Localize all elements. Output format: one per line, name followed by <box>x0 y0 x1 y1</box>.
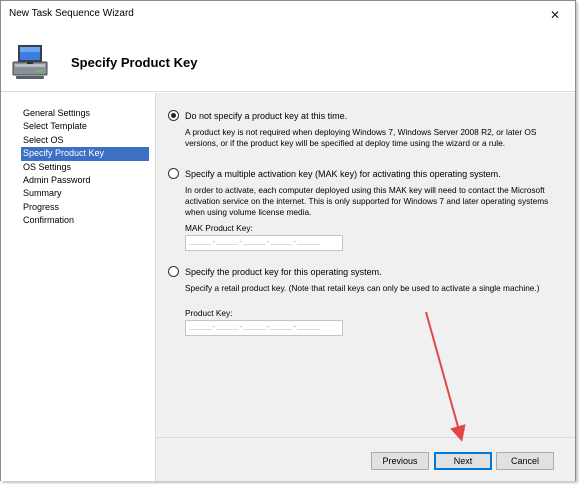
nav-step-confirmation: Confirmation <box>23 215 75 226</box>
cancel-button[interactable]: Cancel <box>496 452 554 470</box>
navigation-pane: General Settings Select Template Select … <box>1 93 155 481</box>
mak-key-label: Specify a multiple activation key (MAK k… <box>185 168 501 179</box>
no-key-label: Do not specify a product key at this tim… <box>185 110 348 121</box>
computer-icon <box>12 45 48 79</box>
mak-product-key-label: MAK Product Key: <box>185 223 253 233</box>
mak-key-description: In order to activate, each computer depl… <box>185 185 549 217</box>
wizard-window: New Task Sequence Wizard ✕ Specify Produ… <box>0 0 576 481</box>
page-title: Specify Product Key <box>71 55 198 70</box>
wizard-steps: General Settings Select Template Select … <box>21 107 149 228</box>
option-no-key[interactable]: Do not specify a product key at this tim… <box>168 110 347 121</box>
product-key-panel: Do not specify a product key at this tim… <box>155 93 575 437</box>
option-mak-key[interactable]: Specify a multiple activation key (MAK k… <box>168 168 501 179</box>
option-retail-key[interactable]: Specify the product key for this operati… <box>168 266 382 277</box>
retail-product-key-input[interactable]: _____-_____-_____-_____-_____ <box>185 320 343 336</box>
mak-key-radio[interactable] <box>168 168 179 179</box>
next-button[interactable]: Next <box>434 452 492 470</box>
button-bar: Previous Next Cancel <box>155 437 575 481</box>
no-key-description: A product key is not required when deplo… <box>185 127 537 148</box>
nav-step-os-settings: OS Settings <box>23 161 72 172</box>
nav-step-general-settings: General Settings <box>23 108 91 118</box>
retail-key-label: Specify the product key for this operati… <box>185 266 382 277</box>
nav-step-admin-password: Admin Password <box>23 174 91 185</box>
previous-button[interactable]: Previous <box>371 452 429 470</box>
title-bar: New Task Sequence Wizard ✕ <box>1 1 575 28</box>
retail-product-key-label: Product Key: <box>185 308 233 318</box>
no-key-radio[interactable] <box>168 110 179 121</box>
nav-step-select-template: Select Template <box>23 121 87 132</box>
wizard-header: Specify Product Key <box>1 28 575 92</box>
nav-step-select-os: Select OS <box>23 134 64 145</box>
window-title: New Task Sequence Wizard <box>9 8 134 19</box>
close-button[interactable]: ✕ <box>535 1 575 28</box>
nav-step-progress: Progress <box>23 201 60 212</box>
nav-step-summary: Summary <box>23 188 62 199</box>
mak-product-key-input[interactable]: _____-_____-_____-_____-_____ <box>185 235 343 251</box>
nav-step-specify-product-key: Specify Product Key <box>21 147 149 161</box>
retail-key-description: Specify a retail product key. (Note that… <box>185 283 540 293</box>
retail-key-radio[interactable] <box>168 266 179 277</box>
